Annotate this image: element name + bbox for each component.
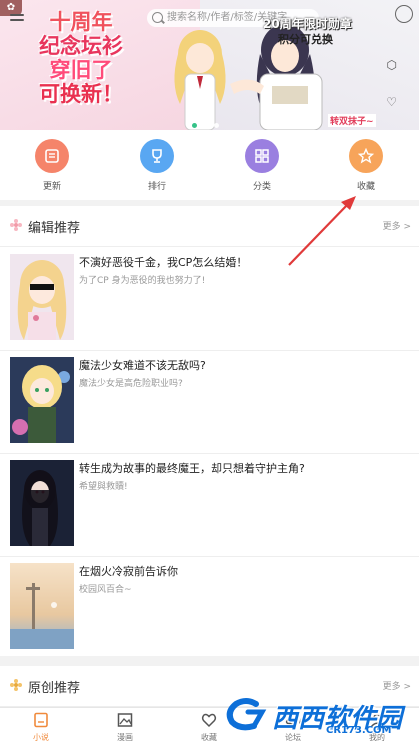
category-label: 分类 [252,182,271,192]
tab-label: 小说 [33,733,49,742]
item-title: 魔法少女难道不该无敌吗? [79,359,206,372]
top-bar: ✿ 搜索名称/作者/标签/关键字 [0,0,419,34]
trophy-icon [140,139,174,173]
item-desc: 希望與救贖! [79,482,128,492]
category-nav: 更新 排行 分类 收藏 [0,130,419,200]
section-header: 编辑推荐 更多 > [0,206,419,247]
item-desc: 校园风百合~ [79,585,132,595]
tab-comic[interactable]: 漫画 [100,712,150,743]
category-update[interactable]: 更新 [22,139,82,192]
list-item[interactable]: 魔法少女难道不该无敌吗? 魔法少女是高危险职业吗? [0,350,419,454]
book-cover [10,563,74,649]
book-cover [10,460,74,546]
flower-icon [10,219,22,231]
item-desc: 为了CP 身为恶役的我也努力了! [79,276,206,286]
book-tab-icon [34,712,48,728]
banner-tag: 转双抹子~ [328,114,376,127]
menu-icon[interactable] [10,14,24,26]
carousel-dots [192,113,225,130]
watermark-logo [226,698,267,731]
list-item[interactable]: 在烟火冷寂前告诉你 校园风百合~ [0,556,419,659]
grid-icon [245,139,279,173]
book-cover [10,254,74,340]
promo-line: 穿旧了 [49,58,113,82]
item-title: 转生成为故事的最终魔王，却只想着守护主角? [79,462,305,475]
image-tab-icon [117,713,133,727]
category-favorite[interactable]: 收藏 [336,139,396,192]
list-item[interactable]: 转生成为故事的最终魔王，却只想着守护主角? 希望與救贖! [0,453,419,557]
category-classify[interactable]: 分类 [232,139,292,192]
category-label: 更新 [42,182,61,192]
book-cover [10,357,74,443]
watermark-url: CR173.COM [326,725,392,736]
carousel-dot-active[interactable] [192,123,197,128]
editor-recommend-section: 编辑推荐 更多 > 不演好恶役千金，我CP怎么结婚！ 为了CP 身为恶役的我也努… [0,206,419,656]
category-ranking[interactable]: 排行 [127,139,187,192]
category-label: 收藏 [356,182,375,192]
promo-line: 纪念坛衫 [39,34,123,58]
banner-carousel[interactable]: 十周年 纪念坛衫 穿旧了 可换新！ ✿ 搜索名称/作者/标签/关键字 20周年限… [0,0,419,130]
book-icon [35,139,69,173]
cube-icon: ⬡ [386,58,397,72]
tab-novel[interactable]: 小说 [16,712,66,743]
more-link[interactable]: 更多 > [383,219,411,232]
banner-event-subtitle: 积分可兑换 [278,33,333,46]
promo-line: 可换新！ [39,82,123,106]
item-title: 不演好恶役千金，我CP怎么结婚！ [79,256,248,269]
item-desc: 魔法少女是高危险职业吗? [79,379,183,389]
flower-icon [10,679,22,691]
item-title: 在烟火冷寂前告诉你 [79,565,178,578]
list-item[interactable]: 不演好恶役千金，我CP怎么结婚！ 为了CP 身为恶役的我也努力了! [0,247,419,351]
watermark: 西西软件园 CR173.COM [214,692,414,736]
section-title: 原创推荐 [28,681,81,696]
banner-event-title: 20周年限时勋章 [263,17,352,31]
section-title: 编辑推荐 [28,221,81,236]
carousel-dot[interactable] [214,123,219,128]
heart-icon: ♡ [386,95,397,109]
carousel-dot[interactable] [203,123,208,128]
search-icon [152,12,163,23]
star-icon [349,139,383,173]
category-label: 排行 [147,182,166,192]
user-icon[interactable] [395,5,413,23]
more-link[interactable]: 更多 > [383,679,411,692]
tab-label: 漫画 [117,733,133,742]
